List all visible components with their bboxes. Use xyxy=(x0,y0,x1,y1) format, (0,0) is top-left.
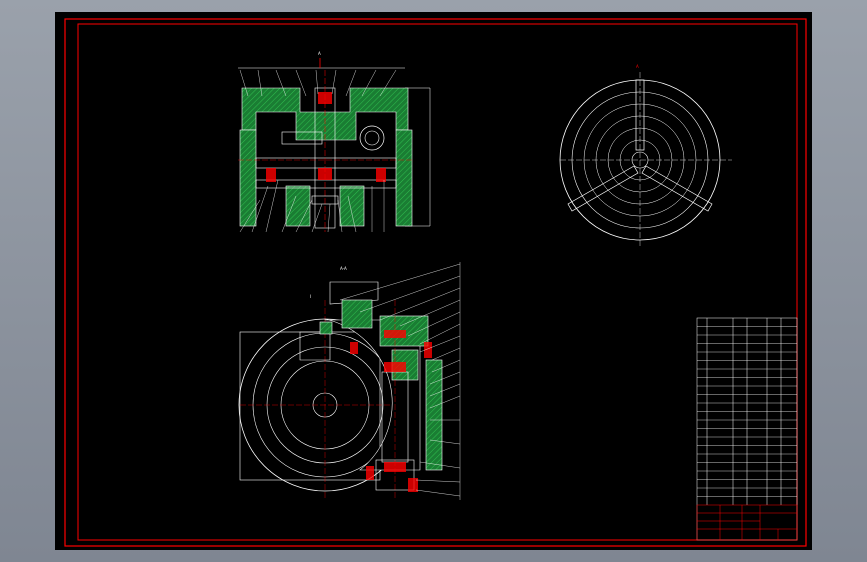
svg-text:I: I xyxy=(310,294,311,299)
title-block xyxy=(696,504,798,541)
bottom-section-view: A-A I xyxy=(238,262,461,500)
top-section-view: A xyxy=(238,51,431,233)
parts-list-rows xyxy=(697,326,797,497)
cad-drawing: A A A-A I xyxy=(64,18,807,547)
svg-text:A: A xyxy=(636,64,639,69)
svg-text:A: A xyxy=(318,51,321,56)
parts-list-table xyxy=(696,317,798,541)
plan-view-circle: A xyxy=(559,64,732,246)
svg-text:A-A: A-A xyxy=(340,266,347,271)
